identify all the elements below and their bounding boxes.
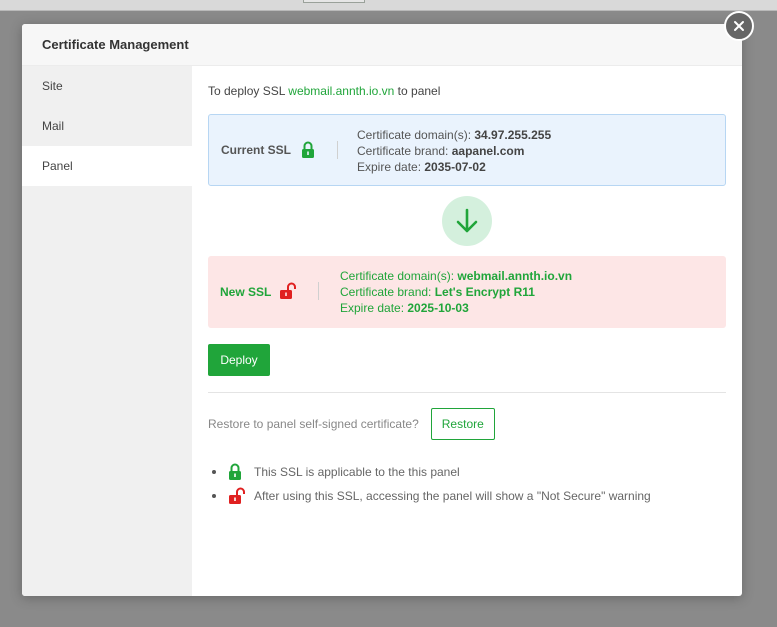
background-tab [303, 0, 365, 3]
list-item: This SSL is applicable to the this panel [208, 460, 651, 484]
modal-header: Certificate Management [22, 24, 742, 66]
arrow-down-icon [456, 208, 478, 233]
domains-label: Certificate domain(s): [340, 269, 458, 283]
lock-closed-icon [229, 463, 241, 480]
expire-label: Expire date: [357, 160, 425, 174]
sidebar-item-mail[interactable]: Mail [22, 106, 192, 146]
new-domains-value: webmail.annth.io.vn [457, 269, 573, 283]
new-ssl-box: New SSL Certificate domain(s): webmail.a… [208, 256, 726, 328]
current-ssl-label: Current SSL [221, 143, 292, 157]
expire-label: Expire date: [340, 301, 408, 315]
note-text: This SSL is applicable to the this panel [254, 465, 460, 479]
new-ssl-details: Certificate domain(s): webmail.annth.io.… [340, 268, 572, 316]
current-domains-value: 34.97.255.255 [474, 128, 552, 142]
deploy-button[interactable]: Deploy [208, 344, 270, 376]
lock-open-icon [229, 487, 245, 504]
sidebar-item-panel[interactable]: Panel [22, 146, 192, 186]
list-item: After using this SSL, accessing the pane… [208, 484, 651, 508]
main-content: To deploy SSL webmail.annth.io.vn to pan… [208, 66, 726, 596]
modal-title: Certificate Management [42, 37, 189, 52]
section-divider [208, 392, 726, 393]
current-brand-value: aapanel.com [451, 144, 525, 158]
current-ssl-box: Current SSL Certificate domain(s): 34.97… [208, 114, 726, 186]
new-brand-value: Let's Encrypt R11 [434, 285, 535, 299]
bullet [212, 494, 216, 498]
bullet [212, 470, 216, 474]
restore-button[interactable]: Restore [430, 408, 495, 440]
lock-closed-icon [302, 141, 314, 158]
divider [337, 141, 338, 159]
current-expire-value: 2035-07-02 [424, 160, 486, 174]
arrow-down-circle [442, 196, 492, 246]
lock-open-icon [280, 282, 296, 299]
intro-domain: webmail.annth.io.vn [288, 84, 395, 98]
sidebar-item-site[interactable]: Site [22, 66, 192, 106]
intro-prefix: To deploy SSL [208, 84, 289, 98]
notes-list: This SSL is applicable to the this panel… [208, 460, 651, 508]
intro-suffix: to panel [394, 84, 441, 98]
background-toolbar [0, 0, 777, 11]
sidebar: Site Mail Panel [22, 66, 192, 596]
domains-label: Certificate domain(s): [357, 128, 475, 142]
certificate-management-modal: Certificate Management Site Mail Panel T… [22, 24, 742, 596]
new-ssl-label: New SSL [220, 285, 272, 299]
current-ssl-details: Certificate domain(s): 34.97.255.255 Cer… [357, 127, 551, 175]
deploy-intro: To deploy SSL webmail.annth.io.vn to pan… [208, 84, 440, 98]
brand-label: Certificate brand: [357, 144, 452, 158]
note-text: After using this SSL, accessing the pane… [254, 489, 651, 503]
divider [318, 282, 319, 300]
brand-label: Certificate brand: [340, 285, 435, 299]
restore-row: Restore to panel self-signed certificate… [208, 408, 495, 440]
close-button[interactable] [724, 11, 754, 41]
restore-prompt: Restore to panel self-signed certificate… [208, 417, 419, 431]
new-expire-value: 2025-10-03 [407, 301, 469, 315]
close-icon [734, 21, 744, 31]
